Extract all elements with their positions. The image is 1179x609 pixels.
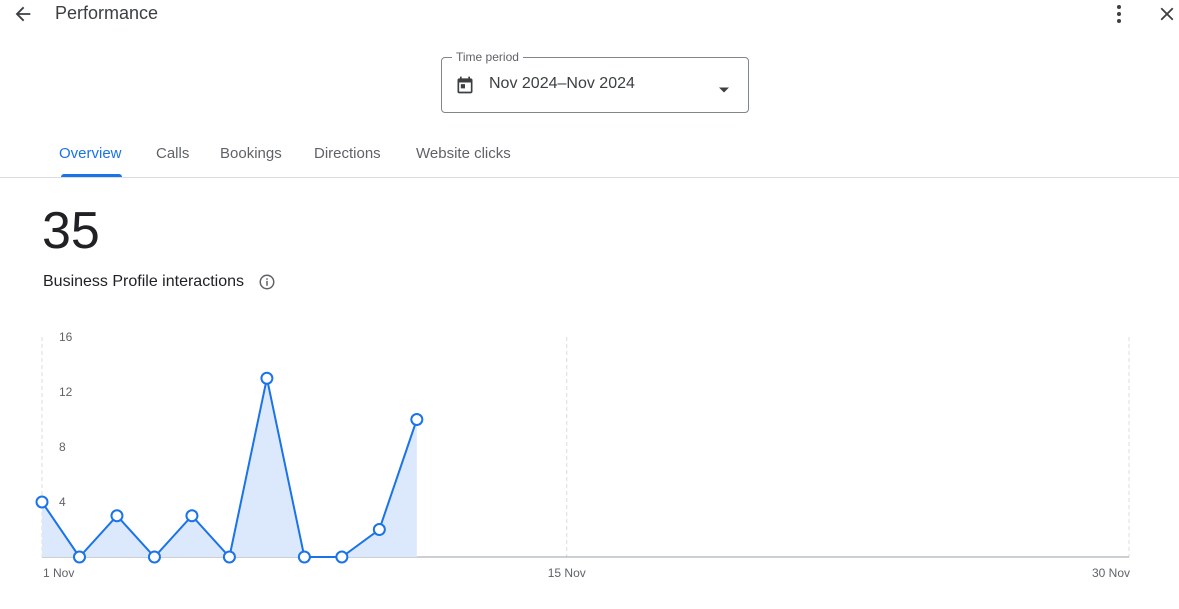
performance-panel: Performance Time period Nov 2024–Nov 202…	[0, 0, 1179, 609]
chevron-down-icon	[718, 81, 730, 93]
time-period-label: Time period	[452, 50, 523, 64]
active-tab-indicator	[61, 174, 122, 177]
data-point	[185, 509, 199, 523]
tab-overview[interactable]: Overview	[59, 145, 122, 162]
y-tick-label: 12	[59, 385, 73, 399]
data-point	[110, 509, 124, 523]
data-point	[222, 550, 236, 564]
data-point	[35, 495, 49, 509]
time-period-select[interactable]: Time period Nov 2024–Nov 2024	[441, 50, 749, 113]
arrow-back-icon[interactable]	[10, 1, 36, 27]
calendar-icon	[455, 75, 475, 95]
data-point	[147, 550, 161, 564]
tab-directions[interactable]: Directions	[314, 145, 381, 162]
data-point	[335, 550, 349, 564]
tab-website-clicks[interactable]: Website clicks	[416, 145, 511, 162]
tab-calls[interactable]: Calls	[156, 145, 189, 162]
x-tick-label: 15 Nov	[548, 566, 586, 580]
data-point	[372, 523, 386, 536]
interactions-chart: 16 12 8 4 1 Nov 15 Nov 30 Nov	[35, 330, 1130, 580]
y-tick-label: 4	[59, 495, 66, 509]
data-point	[72, 550, 86, 564]
data-point	[260, 371, 274, 385]
more-vert-icon[interactable]	[1106, 1, 1132, 27]
y-tick-label: 8	[59, 440, 66, 454]
metric-label: Business Profile interactions	[43, 273, 244, 290]
data-point	[297, 550, 311, 564]
series-area	[42, 378, 417, 557]
tab-bookings[interactable]: Bookings	[220, 145, 282, 162]
series-line	[41, 378, 418, 560]
y-tick-label: 16	[59, 330, 73, 344]
page-title: Performance	[55, 3, 159, 23]
close-icon[interactable]	[1154, 1, 1179, 27]
header: Performance	[0, 0, 1179, 28]
metric-value: 35	[42, 202, 100, 260]
data-point	[410, 413, 424, 426]
x-tick-label: 30 Nov	[1092, 566, 1130, 580]
x-tick-label: 1 Nov	[43, 566, 74, 580]
info-icon[interactable]	[258, 273, 276, 291]
tab-bar: Overview Calls Bookings Directions Websi…	[0, 135, 1179, 178]
time-period-value: Nov 2024–Nov 2024	[489, 75, 635, 92]
